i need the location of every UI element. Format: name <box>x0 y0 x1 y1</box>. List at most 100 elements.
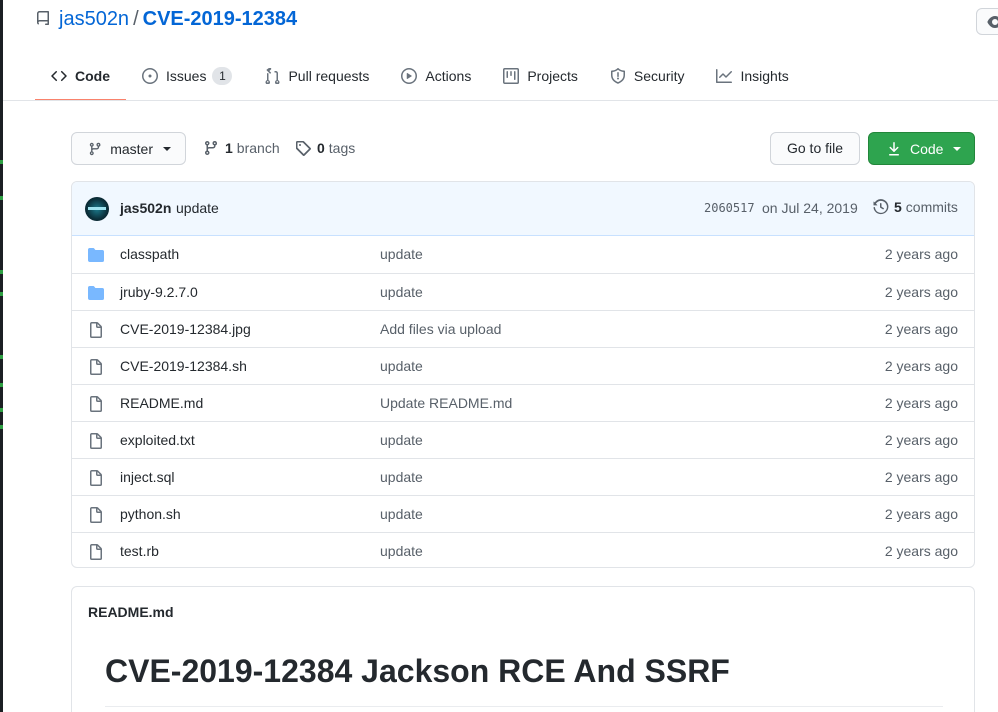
latest-commit-bar: jas502n update 2060517 on Jul 24, 2019 5… <box>72 182 974 236</box>
chevron-down-icon <box>163 146 171 151</box>
issues-count-badge: 1 <box>212 66 233 85</box>
shield-icon <box>610 67 625 84</box>
file-icon <box>88 396 104 412</box>
tab-insights[interactable]: Insights <box>700 50 804 101</box>
file-commit-message-link[interactable]: update <box>380 432 423 448</box>
folder-icon <box>88 247 104 263</box>
file-commit-message-link[interactable]: update <box>380 358 423 374</box>
file-name-link[interactable]: classpath <box>120 246 179 262</box>
file-name-link[interactable]: inject.sql <box>120 469 174 485</box>
tab-code[interactable]: Code <box>35 50 126 101</box>
table-row[interactable]: CVE-2019-12384.sh update 2 years ago <box>72 347 974 384</box>
tabs-divider <box>3 100 998 101</box>
code-button-label: Code <box>910 140 944 157</box>
branch-name: master <box>110 140 153 157</box>
branches-link[interactable]: 1 branch <box>203 140 280 156</box>
tab-projects[interactable]: Projects <box>487 50 594 101</box>
play-icon <box>401 67 418 84</box>
file-commit-message-link[interactable]: update <box>380 284 423 300</box>
tab-actions-label: Actions <box>425 67 472 84</box>
project-icon <box>503 67 520 84</box>
table-row[interactable]: classpath update 2 years ago <box>72 236 974 273</box>
tab-insights-label: Insights <box>740 67 789 84</box>
file-name-link[interactable]: jruby-9.2.7.0 <box>120 284 198 300</box>
chevron-down-icon <box>953 146 962 151</box>
watch-button[interactable] <box>976 8 998 35</box>
code-icon <box>51 70 67 81</box>
go-to-file-button[interactable]: Go to file <box>770 132 860 165</box>
file-name-link[interactable]: exploited.txt <box>120 432 195 448</box>
file-browser: jas502n update 2060517 on Jul 24, 2019 5… <box>71 181 975 568</box>
file-commit-message-link[interactable]: update <box>380 543 423 559</box>
file-icon <box>88 470 104 486</box>
repo-name-link[interactable]: CVE-2019-12384 <box>143 8 298 31</box>
file-commit-message-link[interactable]: Update README.md <box>380 395 512 411</box>
repo-icon <box>35 11 51 27</box>
branch-count: 1 <box>225 140 233 156</box>
repo-tabs: Code Issues 1 Pull requests Actions Proj… <box>35 50 805 101</box>
tab-security-label: Security <box>633 67 685 84</box>
table-row[interactable]: test.rb update 2 years ago <box>72 532 974 567</box>
file-commit-message-link[interactable]: update <box>380 469 423 485</box>
left-edge-strip <box>0 0 3 712</box>
commit-count-label: commits <box>905 199 958 215</box>
readme-title-link[interactable]: README.md <box>88 604 174 620</box>
tab-pull-requests-label: Pull requests <box>288 67 370 84</box>
file-age: 2 years ago <box>884 432 958 448</box>
file-name-link[interactable]: test.rb <box>120 543 159 559</box>
tag-label: tags <box>328 140 356 156</box>
commit-message-link[interactable]: update <box>176 200 219 216</box>
file-age: 2 years ago <box>884 395 958 411</box>
table-row[interactable]: python.sh update 2 years ago <box>72 495 974 532</box>
code-download-button[interactable]: Code <box>868 132 975 165</box>
file-age: 2 years ago <box>884 358 958 374</box>
tab-security[interactable]: Security <box>594 50 701 101</box>
tab-issues-label: Issues <box>166 67 207 84</box>
file-icon <box>88 544 104 560</box>
tag-count: 0 <box>317 140 325 156</box>
file-name-link[interactable]: README.md <box>120 395 203 411</box>
graph-icon <box>716 68 733 83</box>
branch-icon <box>205 140 217 156</box>
tab-code-label: Code <box>75 67 110 84</box>
file-name-link[interactable]: python.sh <box>120 506 181 522</box>
commit-date: on Jul 24, 2019 <box>762 200 858 216</box>
file-commit-message-link[interactable]: update <box>380 246 423 262</box>
issue-icon <box>142 67 158 84</box>
commits-history-link[interactable]: 5 commits <box>873 199 958 215</box>
file-age: 2 years ago <box>884 543 958 559</box>
table-row[interactable]: jruby-9.2.7.0 update 2 years ago <box>72 273 974 310</box>
branch-selector[interactable]: master <box>71 132 186 165</box>
commit-count: 5 <box>894 199 902 215</box>
table-row[interactable]: inject.sql update 2 years ago <box>72 458 974 495</box>
tab-actions[interactable]: Actions <box>385 50 487 101</box>
file-name-link[interactable]: CVE-2019-12384.sh <box>120 358 247 374</box>
repo-header: jas502n / CVE-2019-12384 <box>35 6 297 32</box>
table-row[interactable]: README.md Update README.md 2 years ago <box>72 384 974 421</box>
file-icon <box>88 322 104 338</box>
file-age: 2 years ago <box>884 246 958 262</box>
file-commit-message-link[interactable]: Add files via upload <box>380 321 501 337</box>
file-age: 2 years ago <box>884 321 958 337</box>
tab-projects-label: Projects <box>527 67 578 84</box>
avatar[interactable] <box>85 197 109 221</box>
file-commit-message-link[interactable]: update <box>380 506 423 522</box>
tab-issues[interactable]: Issues 1 <box>126 50 248 101</box>
table-row[interactable]: CVE-2019-12384.jpg Add files via upload 2 … <box>72 310 974 347</box>
download-icon <box>889 141 899 155</box>
file-list: classpath update 2 years ago jruby-9.2.7.0 u… <box>72 236 974 567</box>
repo-owner-link[interactable]: jas502n <box>59 8 129 31</box>
readme-heading-divider <box>105 706 943 707</box>
file-icon <box>88 507 104 523</box>
commit-sha-link[interactable]: 2060517 <box>704 201 755 215</box>
table-row[interactable]: exploited.txt update 2 years ago <box>72 421 974 458</box>
tags-link[interactable]: 0 tags <box>295 140 355 156</box>
commit-author-link[interactable]: jas502n <box>120 200 171 216</box>
tab-pull-requests[interactable]: Pull requests <box>248 50 385 101</box>
file-name-link[interactable]: CVE-2019-12384.jpg <box>120 321 251 337</box>
file-age: 2 years ago <box>884 284 958 300</box>
repo-separator: / <box>133 7 139 30</box>
branch-label: branch <box>236 140 280 156</box>
readme-heading: CVE-2019-12384 Jackson RCE And SSRF <box>105 653 730 689</box>
tag-icon <box>295 141 311 156</box>
